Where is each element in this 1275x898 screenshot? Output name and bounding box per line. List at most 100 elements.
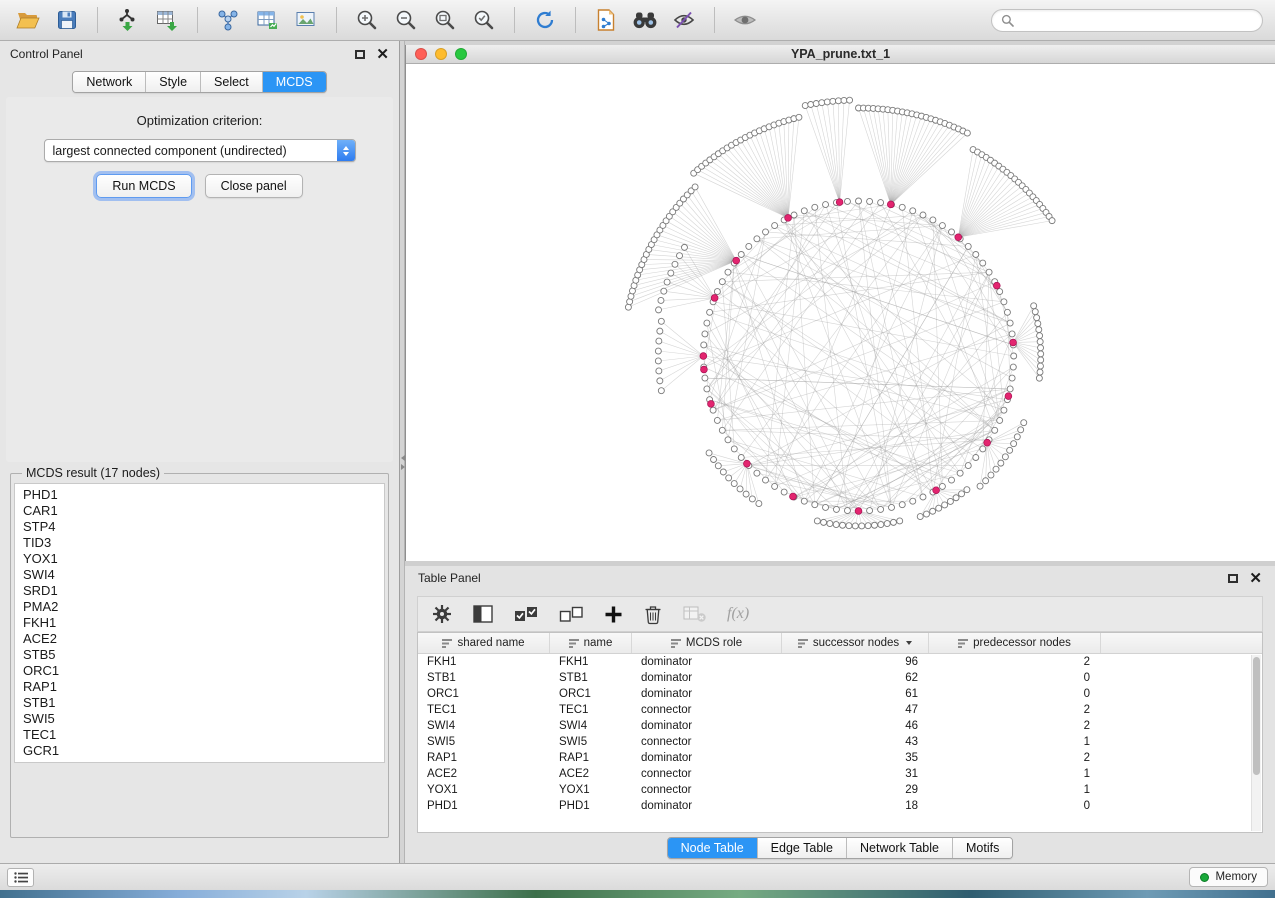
result-node[interactable]: ACE2 bbox=[23, 631, 376, 647]
table-toolbar: f(x) bbox=[417, 596, 1263, 632]
close-panel-icon[interactable]: ✕ bbox=[376, 47, 389, 62]
table-panel-header: Table Panel ✕ bbox=[405, 566, 1275, 590]
zoom-selected-icon[interactable] bbox=[468, 5, 500, 35]
export-image-icon[interactable] bbox=[290, 5, 322, 35]
table-cell: 0 bbox=[929, 672, 1101, 684]
memory-status-icon bbox=[1200, 873, 1209, 882]
table-scrollbar[interactable] bbox=[1251, 655, 1261, 831]
column-header-mcds-role[interactable]: MCDS role bbox=[632, 633, 782, 653]
table-row[interactable]: FKH1FKH1dominator962 bbox=[418, 654, 1262, 670]
table-row[interactable]: ORC1ORC1dominator610 bbox=[418, 686, 1262, 702]
result-node[interactable]: TID3 bbox=[23, 535, 376, 551]
memory-button[interactable]: Memory bbox=[1189, 867, 1268, 887]
import-network-icon[interactable] bbox=[112, 5, 144, 35]
result-node[interactable]: SWI4 bbox=[23, 567, 376, 583]
show-columns-icon[interactable] bbox=[473, 605, 493, 623]
select-all-icon[interactable] bbox=[514, 604, 538, 624]
export-table-icon[interactable] bbox=[251, 5, 283, 35]
table-row[interactable]: SWI4SWI4dominator462 bbox=[418, 718, 1262, 734]
zoom-out-icon[interactable] bbox=[390, 5, 422, 35]
splitter-handle-icon[interactable] bbox=[400, 449, 405, 475]
column-header-predecessor-nodes[interactable]: predecessor nodes bbox=[929, 633, 1101, 653]
table-cell: YOX1 bbox=[550, 784, 632, 796]
result-node[interactable]: TEC1 bbox=[23, 727, 376, 743]
result-node[interactable]: SRD1 bbox=[23, 583, 376, 599]
binoculars-icon[interactable] bbox=[629, 5, 661, 35]
table-row[interactable]: YOX1YOX1connector291 bbox=[418, 782, 1262, 798]
float-table-panel-icon[interactable] bbox=[1228, 574, 1238, 583]
refresh-layout-icon[interactable] bbox=[529, 5, 561, 35]
result-node[interactable]: SWI5 bbox=[23, 711, 376, 727]
minimize-traffic-light[interactable] bbox=[435, 48, 447, 60]
node-table-body[interactable]: FKH1FKH1dominator962STB1STB1dominator620… bbox=[418, 654, 1262, 832]
criterion-value: largest connected component (undirected) bbox=[45, 144, 337, 158]
result-node[interactable]: RAP1 bbox=[23, 679, 376, 695]
tab-network[interactable]: Network bbox=[73, 72, 146, 92]
mcds-result-list[interactable]: PHD1CAR1STP4TID3YOX1SWI4SRD1PMA2FKH1ACE2… bbox=[14, 483, 385, 763]
export-network-icon[interactable] bbox=[212, 5, 244, 35]
result-node[interactable]: STB5 bbox=[23, 647, 376, 663]
table-row[interactable]: TEC1TEC1connector472 bbox=[418, 702, 1262, 718]
maximize-traffic-light[interactable] bbox=[455, 48, 467, 60]
right-area: YPA_prune.txt_1 Table Panel ✕ bbox=[405, 41, 1275, 863]
close-panel-button[interactable]: Close panel bbox=[205, 174, 303, 198]
result-node[interactable]: STP4 bbox=[23, 519, 376, 535]
import-table-icon[interactable] bbox=[151, 5, 183, 35]
column-header-shared-name[interactable]: shared name bbox=[418, 633, 550, 653]
table-row[interactable]: SWI5SWI5connector431 bbox=[418, 734, 1262, 750]
table-row[interactable]: ACE2ACE2connector311 bbox=[418, 766, 1262, 782]
table-cell: RAP1 bbox=[550, 752, 632, 764]
delete-column-icon[interactable] bbox=[644, 604, 662, 625]
share-document-icon[interactable] bbox=[590, 5, 622, 35]
search-box[interactable] bbox=[991, 9, 1263, 32]
tab-edge-table[interactable]: Edge Table bbox=[758, 838, 847, 858]
result-node[interactable]: CAR1 bbox=[23, 503, 376, 519]
result-node[interactable]: YOX1 bbox=[23, 551, 376, 567]
hide-elements-icon[interactable] bbox=[668, 5, 700, 35]
result-node[interactable]: FKH1 bbox=[23, 615, 376, 631]
tab-node-table[interactable]: Node Table bbox=[668, 838, 758, 858]
column-header-successor-nodes[interactable]: successor nodes bbox=[782, 633, 929, 653]
tab-select[interactable]: Select bbox=[201, 72, 263, 92]
float-panel-icon[interactable] bbox=[355, 50, 365, 59]
vertical-splitter[interactable] bbox=[400, 41, 405, 863]
network-canvas[interactable] bbox=[406, 64, 1275, 561]
result-node[interactable]: ORC1 bbox=[23, 663, 376, 679]
table-cell: YOX1 bbox=[418, 784, 550, 796]
result-node[interactable]: PMA2 bbox=[23, 599, 376, 615]
toolbar-separator bbox=[336, 7, 337, 33]
tab-style[interactable]: Style bbox=[146, 72, 201, 92]
deselect-all-icon[interactable] bbox=[559, 604, 583, 624]
close-traffic-light[interactable] bbox=[415, 48, 427, 60]
open-file-icon[interactable] bbox=[12, 5, 44, 35]
result-node[interactable]: STB1 bbox=[23, 695, 376, 711]
zoom-fit-icon[interactable] bbox=[429, 5, 461, 35]
criterion-dropdown[interactable]: largest connected component (undirected) bbox=[44, 139, 356, 162]
show-panels-button[interactable] bbox=[7, 868, 34, 887]
table-row[interactable]: STB1STB1dominator620 bbox=[418, 670, 1262, 686]
tab-mcds[interactable]: MCDS bbox=[263, 72, 326, 92]
list-icon bbox=[14, 872, 28, 883]
result-node[interactable]: GCR1 bbox=[23, 743, 376, 759]
network-window: YPA_prune.txt_1 bbox=[405, 45, 1275, 561]
table-row[interactable]: RAP1RAP1dominator352 bbox=[418, 750, 1262, 766]
run-mcds-button[interactable]: Run MCDS bbox=[96, 174, 191, 198]
add-column-icon[interactable] bbox=[604, 605, 623, 624]
search-input[interactable] bbox=[1019, 13, 1253, 27]
close-table-panel-icon[interactable]: ✕ bbox=[1249, 571, 1262, 586]
save-icon[interactable] bbox=[51, 5, 83, 35]
tab-motifs[interactable]: Motifs bbox=[953, 838, 1012, 858]
tab-network-table[interactable]: Network Table bbox=[847, 838, 953, 858]
network-titlebar: YPA_prune.txt_1 bbox=[406, 45, 1275, 64]
column-header-name[interactable]: name bbox=[550, 633, 632, 653]
table-cell: dominator bbox=[632, 800, 782, 812]
zoom-in-icon[interactable] bbox=[351, 5, 383, 35]
control-panel-tabbar: Network Style Select MCDS bbox=[0, 67, 399, 97]
toolbar-separator bbox=[514, 7, 515, 33]
show-elements-eye-icon[interactable] bbox=[729, 5, 761, 35]
table-settings-gear-icon[interactable] bbox=[432, 604, 452, 624]
toolbar-separator bbox=[575, 7, 576, 33]
table-row[interactable]: PHD1PHD1dominator180 bbox=[418, 798, 1262, 814]
result-node[interactable]: PHD1 bbox=[23, 487, 376, 503]
scrollbar-thumb[interactable] bbox=[1253, 657, 1260, 775]
